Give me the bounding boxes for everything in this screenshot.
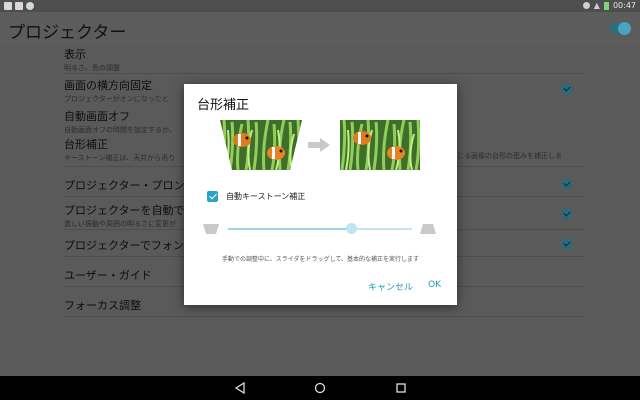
- dialog-hint: 手動での調整中に、スライダをドラッグして、基本的な補正を実行します: [221, 256, 420, 263]
- setting-title: 表示: [64, 48, 86, 61]
- back-icon[interactable]: [234, 382, 246, 394]
- projector-toggle[interactable]: [610, 22, 631, 35]
- keystone-after-image: [340, 120, 420, 170]
- auto-keystone-checkbox[interactable]: [207, 191, 218, 202]
- wifi-icon: ▲: [593, 1, 600, 10]
- setting-subtitle: 明るさ、色の調整: [64, 64, 120, 72]
- keystone-slider-fill: [228, 228, 352, 230]
- cancel-button[interactable]: キャンセル: [368, 280, 413, 293]
- setting-subtitle-tail: じる画像の台形の歪みを補正しま: [457, 152, 562, 160]
- battery-icon: [603, 1, 609, 10]
- auto-keystone-label: 自動キーストーン補正: [226, 192, 306, 201]
- notification-icon: [4, 2, 12, 10]
- divider: [64, 316, 584, 317]
- orientation-lock-checkbox[interactable]: [562, 84, 572, 94]
- divider: [64, 73, 584, 74]
- keystone-before-image: [220, 120, 302, 170]
- clock: 00:47: [612, 1, 636, 10]
- projector-prompt-checkbox[interactable]: [562, 179, 572, 189]
- projector-font-checkbox[interactable]: [562, 239, 572, 249]
- keystone-slider-track[interactable]: [228, 228, 412, 230]
- keystone-narrow-bottom-icon: [203, 224, 219, 234]
- dialog-title: 台形補正: [197, 98, 250, 113]
- alarm-icon: [582, 2, 590, 9]
- arrow-right-icon: [308, 138, 330, 152]
- recents-icon[interactable]: [395, 382, 407, 394]
- ok-button[interactable]: OK: [428, 280, 441, 290]
- navigation-bar: [0, 376, 640, 400]
- keystone-narrow-top-icon: [420, 224, 436, 234]
- keystone-dialog: 台形補正 自動キーストーン補正 手動での調整中に、スライダをドラッグして、基本的…: [184, 84, 457, 305]
- avatar-icon: [26, 2, 34, 10]
- setting-display[interactable]: 表示 明るさ、色の調整: [64, 46, 584, 73]
- auto-adjust-checkbox[interactable]: [562, 209, 572, 219]
- home-icon[interactable]: [314, 382, 326, 394]
- status-bar: ▲ 00:47: [0, 0, 640, 12]
- app-bar: プロジェクター: [0, 12, 640, 46]
- keystone-slider-thumb[interactable]: [346, 223, 358, 234]
- image-icon: [15, 2, 23, 10]
- page-title: プロジェクター: [8, 23, 127, 43]
